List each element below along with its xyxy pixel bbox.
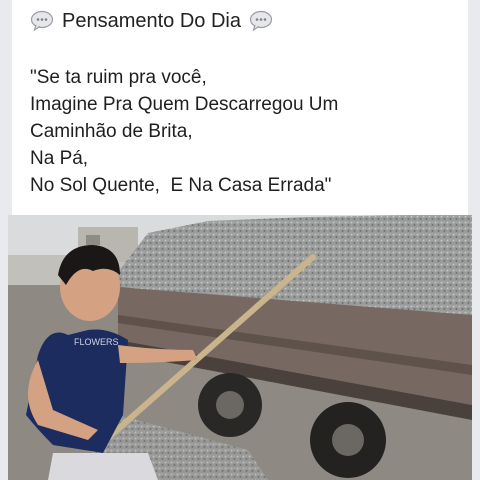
quote-text: "Se ta ruim pra você, Imagine Pra Quem D… bbox=[30, 64, 460, 199]
quote-line: No Sol Quente, E Na Casa Errada" bbox=[30, 175, 332, 196]
post-title: Pensamento Do Dia bbox=[62, 9, 241, 32]
quote-line: "Se ta ruim pra você, bbox=[30, 67, 207, 88]
truck-wheel bbox=[310, 402, 386, 478]
speech-bubble-icon bbox=[249, 10, 273, 32]
gravel-truck-scene: FLOWERS bbox=[8, 215, 472, 480]
post-photo: FLOWERS bbox=[8, 215, 472, 480]
quote-line: Caminhão de Brita, bbox=[30, 121, 193, 142]
truck-wheel bbox=[198, 373, 262, 437]
post-header: Pensamento Do Dia bbox=[30, 6, 273, 36]
quote-line: Imagine Pra Quem Descarregou Um bbox=[30, 94, 339, 115]
svg-text:FLOWERS: FLOWERS bbox=[74, 337, 119, 347]
speech-bubble-icon bbox=[30, 10, 54, 32]
quote-line: Na Pá, bbox=[30, 148, 89, 169]
